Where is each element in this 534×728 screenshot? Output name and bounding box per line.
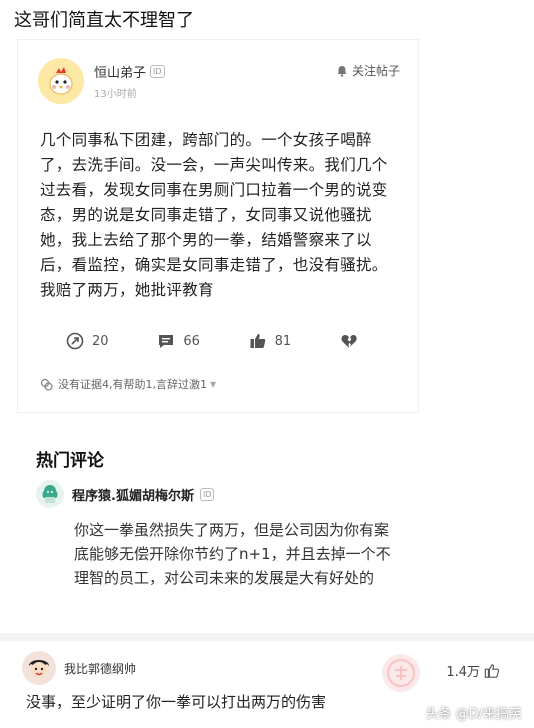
comment-header: 我比郭德纲帅 bbox=[22, 651, 136, 685]
dislike-button[interactable] bbox=[340, 332, 366, 350]
hot-comment-text: 你这一拳虽然损失了两万，但是公司因为你有案底能够无偿开除你节约了n+1，并且去掉… bbox=[74, 521, 391, 587]
id-badge: ID bbox=[199, 487, 215, 501]
post-body: 几个同事私下团建，跨部门的。一个女孩子喝醉了，去洗手间。没一会，一声尖叫传来。我… bbox=[40, 131, 388, 299]
post-card: 恒山弟子 ID 13小时前 关注帖子 几个同事私下团建，跨部门的。一个女孩子喝醉… bbox=[18, 40, 418, 412]
comment-like-count: 1.4万 bbox=[446, 665, 480, 680]
comment-text: 没事，至少证明了你一拳可以打出两万的伤害 bbox=[26, 693, 327, 711]
post-feedback[interactable]: 没有证据4,有帮助1,言辞过激1 ▼ bbox=[40, 376, 216, 392]
user-meta: 恒山弟子 ID 13小时前 bbox=[94, 62, 165, 100]
like-count: 81 bbox=[274, 333, 292, 349]
feedback-text: 没有证据4,有帮助1,言辞过激1 bbox=[58, 378, 207, 391]
comment-username[interactable]: 我比郭德纲帅 bbox=[64, 660, 136, 677]
thumbs-up-icon bbox=[484, 663, 500, 678]
hot-comments-title: 热门评论 bbox=[36, 451, 104, 471]
watermark: 头条 @D/来搞笑 bbox=[425, 707, 522, 722]
comment-like-button[interactable]: 1.4万 bbox=[446, 661, 500, 680]
hot-comment-header: 程序猿.狐媚胡梅尔斯 ID bbox=[36, 480, 416, 508]
comment-button[interactable]: 66 bbox=[157, 332, 200, 350]
share-button[interactable]: 20 bbox=[66, 332, 109, 350]
comment-icon bbox=[159, 335, 174, 348]
follow-post-label: 关注帖子 bbox=[351, 64, 400, 78]
like-button[interactable]: 81 bbox=[249, 332, 292, 350]
chicken-avatar-icon bbox=[49, 67, 73, 95]
stamp-logo bbox=[382, 654, 420, 692]
thumbs-up-icon bbox=[250, 334, 265, 348]
avatar[interactable] bbox=[36, 480, 64, 508]
id-badge: ID bbox=[150, 65, 165, 78]
bell-icon bbox=[337, 65, 347, 77]
avatar[interactable] bbox=[22, 651, 56, 685]
avatar[interactable] bbox=[38, 58, 84, 104]
broken-heart-icon bbox=[341, 335, 357, 348]
hot-comment: 程序猿.狐媚胡梅尔斯 ID 你这一拳虽然损失了两万，但是公司因为你有案底能够无偿… bbox=[36, 480, 416, 590]
post-header: 恒山弟子 ID 13小时前 bbox=[38, 58, 165, 104]
user-line: 恒山弟子 ID bbox=[94, 62, 165, 81]
post-username[interactable]: 恒山弟子 bbox=[94, 62, 146, 81]
stamp-icon bbox=[387, 659, 415, 687]
cartoon-face-avatar-icon bbox=[29, 660, 49, 678]
post-time: 13小时前 bbox=[94, 89, 137, 100]
share-icon bbox=[66, 332, 84, 350]
hot-comment-username[interactable]: 程序猿.狐媚胡梅尔斯 bbox=[72, 485, 194, 504]
feedback-icon bbox=[40, 378, 53, 391]
comment-count: 66 bbox=[183, 333, 200, 349]
share-count: 20 bbox=[92, 333, 109, 349]
chevron-down-icon: ▼ bbox=[210, 379, 217, 389]
page-title: 这哥们简直太不理智了 bbox=[14, 10, 194, 31]
post-actions: 20 66 81 bbox=[66, 332, 366, 350]
programmer-avatar-icon bbox=[42, 485, 58, 503]
follow-post-button[interactable]: 关注帖子 bbox=[336, 62, 400, 79]
